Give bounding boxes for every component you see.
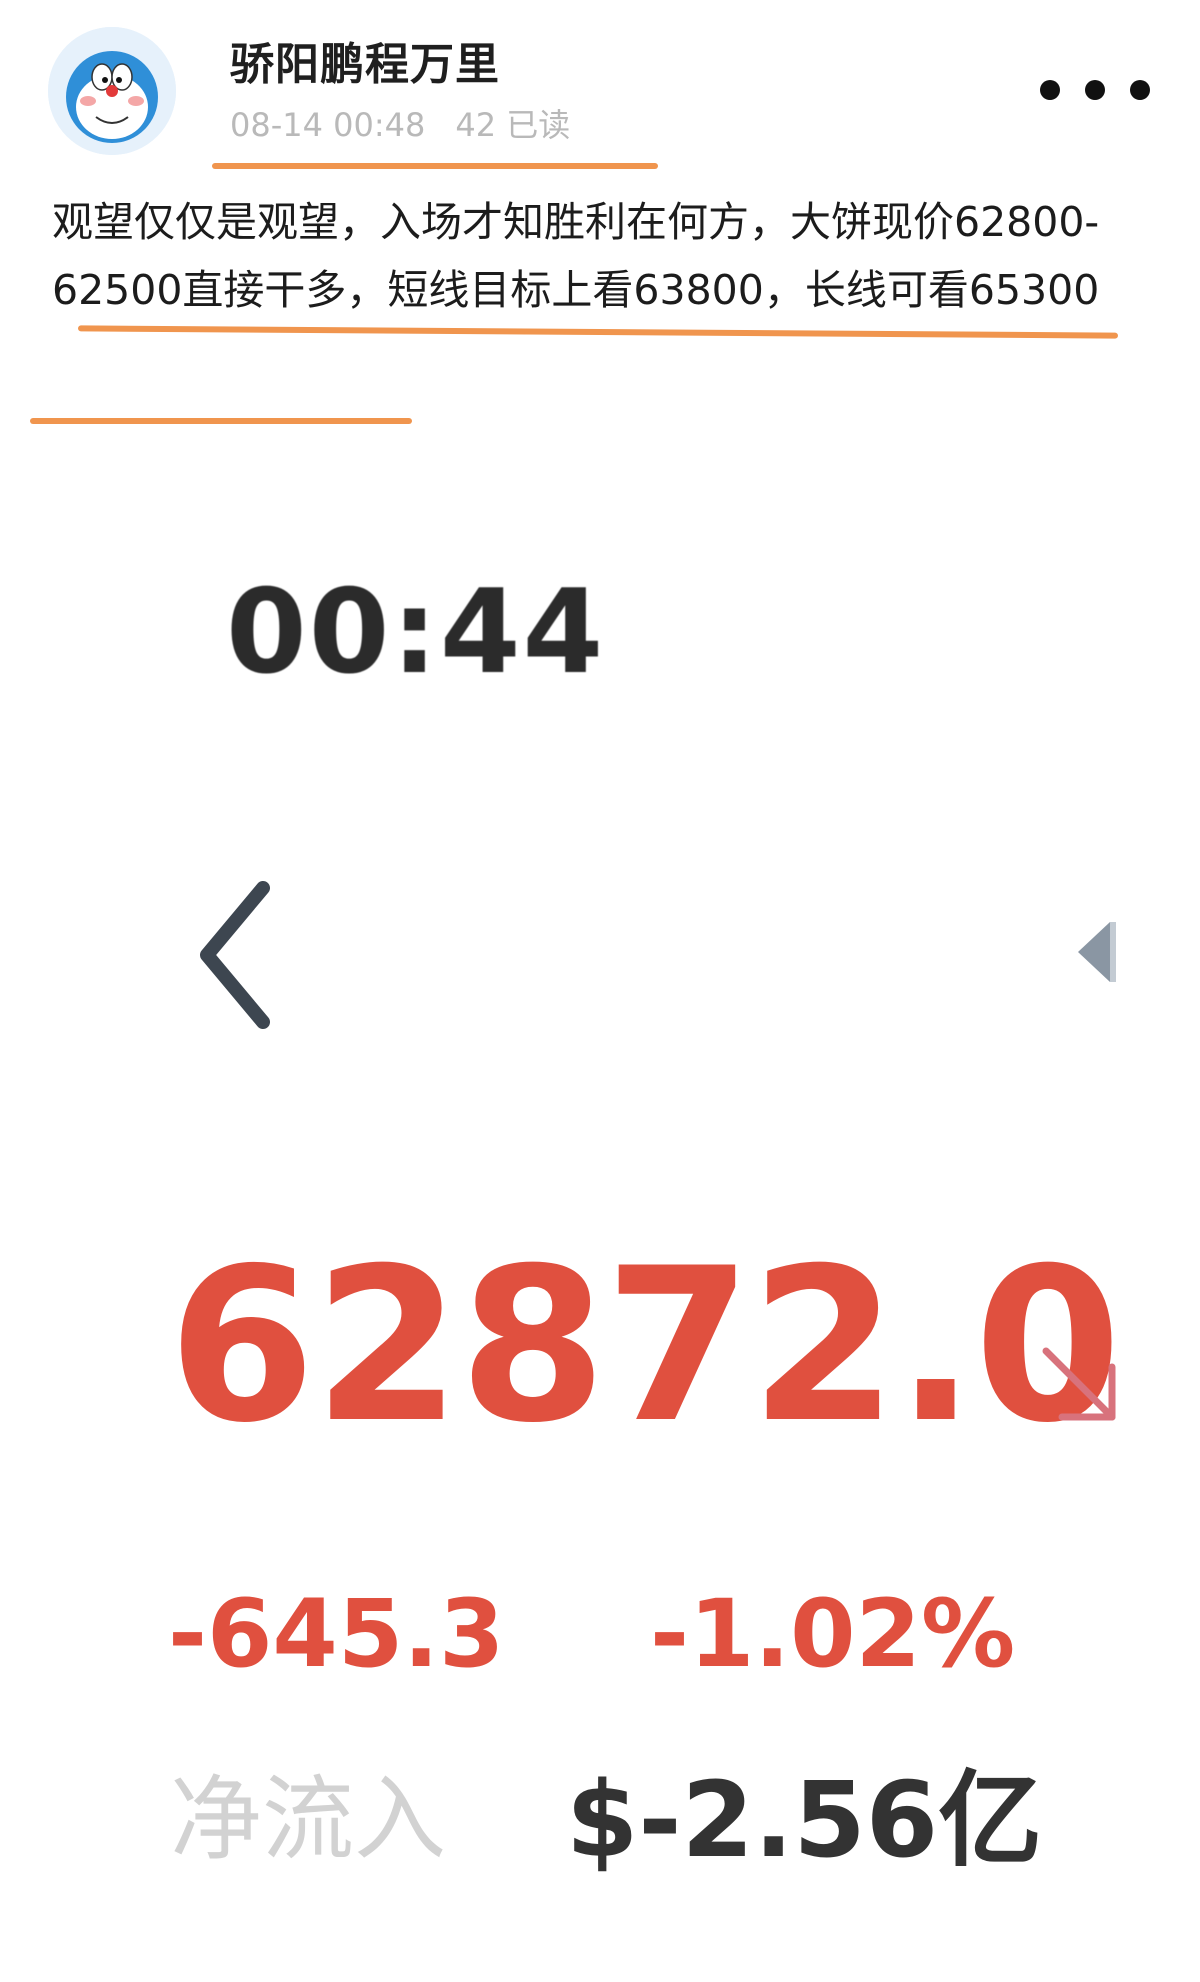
- post-body: 观望仅仅是观望，入场才知胜利在何方，大饼现价62800-62500直接干多，短线…: [52, 198, 1100, 314]
- more-icon-dot: [1130, 80, 1150, 100]
- avatar[interactable]: [48, 27, 176, 155]
- price-change-percent: -1.02%: [650, 1580, 1016, 1689]
- read-count: 42 已读: [455, 106, 571, 144]
- timer: 00:44: [226, 565, 606, 700]
- highlight-underline: [30, 418, 412, 424]
- triangle-left-icon[interactable]: [1078, 918, 1118, 986]
- price-value: 62872.0: [168, 1222, 1122, 1469]
- highlight-underline: [77, 325, 1119, 339]
- chevron-left-icon[interactable]: [195, 880, 275, 1030]
- netflow-value: $-2.56亿: [566, 1759, 1043, 1881]
- highlight-underline: [212, 163, 658, 169]
- doraemon-avatar-icon: [48, 27, 176, 155]
- more-button[interactable]: [1040, 78, 1150, 102]
- post-meta: 08-14 00:48 42 已读: [230, 100, 570, 146]
- arrow-down-right-icon: [1042, 1347, 1116, 1421]
- netflow-label: 净流入: [170, 1766, 447, 1873]
- author-name[interactable]: 骄阳鹏程万里: [230, 28, 500, 92]
- more-icon-dot: [1085, 80, 1105, 100]
- post-timestamp: 08-14 00:48: [230, 106, 426, 144]
- more-icon: [1040, 80, 1060, 100]
- price-change: -645.3: [168, 1580, 505, 1689]
